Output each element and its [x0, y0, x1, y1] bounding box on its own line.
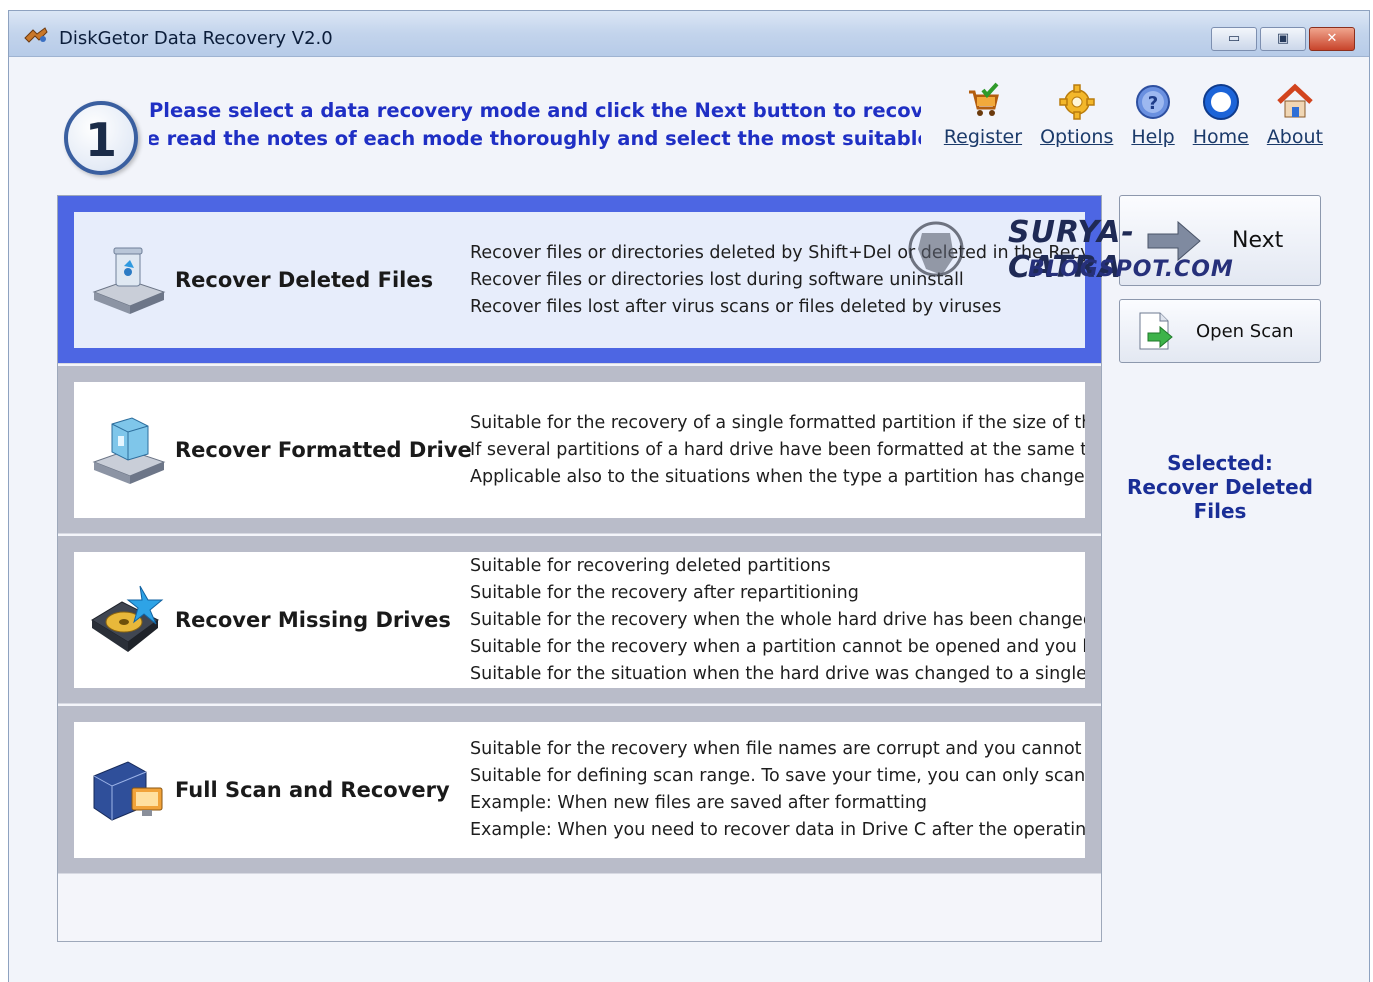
next-label: Next	[1232, 228, 1284, 253]
mode-list: Recover Deleted Files Recover files or d…	[57, 195, 1102, 942]
step-number: 1	[84, 113, 117, 167]
title-bar[interactable]: DiskGetor Data Recovery V2.0 ▭ ▣ ✕	[9, 11, 1369, 57]
mode-card[interactable]: Full Scan and Recovery Suitable for the …	[74, 722, 1085, 858]
register-link[interactable]: Register	[944, 82, 1022, 148]
formatted-drive-icon	[92, 417, 166, 484]
mode-note: Applicable also to the situations when t…	[470, 466, 1085, 487]
close-button[interactable]: ✕	[1309, 27, 1355, 51]
selected-mode-info: Selected: Recover Deleted Files	[1119, 451, 1321, 523]
minimize-icon: ▭	[1227, 31, 1241, 46]
house-icon	[1275, 82, 1315, 122]
options-link[interactable]: Options	[1040, 82, 1113, 148]
home-link[interactable]: Home	[1193, 82, 1249, 148]
mode-title: Recover Formatted Drive	[175, 438, 472, 462]
mode-title: Recover Deleted Files	[175, 268, 434, 292]
selected-mode-name: Recover Deleted Files	[1126, 475, 1313, 523]
home-globe-icon	[1201, 82, 1241, 122]
mode-note: Suitable for the recovery when the whole…	[470, 609, 1085, 630]
step-badge: 1	[64, 101, 138, 175]
mode-note: Example: When new files are saved after …	[470, 793, 928, 813]
instruction-text: Please select a data recovery mode and c…	[149, 97, 921, 153]
cart-check-icon	[963, 82, 1003, 122]
help-link[interactable]: ? Help	[1131, 82, 1175, 148]
watermark-line-2: BLOGSPOT.COM	[1028, 257, 1234, 282]
mode-note: Suitable for defining scan range. To sav…	[470, 766, 1085, 786]
recycle-bin-drive-icon	[92, 247, 166, 314]
instruction-line-2: se read the notes of each mode thoroughl…	[149, 127, 921, 150]
mode-note: Suitable for the recovery when a partiti…	[470, 636, 1085, 657]
app-window: DiskGetor Data Recovery V2.0 ▭ ▣ ✕ 1 Ple…	[8, 10, 1370, 982]
mode-description: Suitable for the recovery when file name…	[470, 722, 1085, 858]
mode-recover-formatted-drive[interactable]: Recover Formatted Drive Suitable for the…	[58, 366, 1101, 534]
app-logo-icon	[24, 27, 48, 43]
window-title: DiskGetor Data Recovery V2.0	[59, 28, 333, 49]
home-label: Home	[1192, 126, 1249, 148]
mode-note: Suitable for the recovery of a single fo…	[470, 412, 1085, 433]
mode-note: Suitable for recovering deleted partitio…	[470, 555, 831, 576]
open-scan-button[interactable]: Open Scan	[1119, 299, 1321, 363]
mode-note: Example: When you need to recover data i…	[470, 820, 1085, 840]
fist-watermark-icon	[908, 221, 964, 277]
open-scan-icon	[1139, 312, 1173, 350]
missing-drive-icon	[91, 585, 164, 652]
options-label: Options	[1040, 126, 1114, 148]
about-link[interactable]: About	[1267, 82, 1323, 148]
mode-recover-missing-drives[interactable]: Recover Missing Drives Suitable for reco…	[58, 536, 1101, 704]
help-icon: ?	[1133, 82, 1173, 122]
mode-note: Suitable for the recovery after repartit…	[470, 582, 859, 603]
mode-note: Suitable for the recovery when file name…	[470, 739, 1085, 759]
mode-title: Full Scan and Recovery	[175, 778, 450, 802]
instruction-line-1: Please select a data recovery mode and c…	[149, 99, 921, 122]
minimize-button[interactable]: ▭	[1211, 27, 1257, 51]
mode-card[interactable]: Recover Missing Drives Suitable for reco…	[74, 552, 1085, 688]
mode-description: Suitable for the recovery of a single fo…	[470, 382, 1085, 518]
maximize-icon: ▣	[1276, 31, 1290, 46]
full-scan-icon	[93, 761, 163, 821]
maximize-button[interactable]: ▣	[1260, 27, 1306, 51]
about-label: About	[1266, 126, 1323, 148]
top-toolbar: Register Options ? Help Home About	[926, 82, 1323, 148]
close-icon: ✕	[1326, 31, 1338, 46]
register-label: Register	[943, 126, 1023, 148]
mode-note: Suitable for the situation when the hard…	[470, 663, 1085, 684]
mode-note: If several partitions of a hard drive ha…	[470, 439, 1085, 460]
gear-icon	[1057, 82, 1097, 122]
mode-card[interactable]: Recover Formatted Drive Suitable for the…	[74, 382, 1085, 518]
watermark: SURYA-CATRA BLOGSPOT.COM	[902, 207, 1234, 299]
mode-description: Suitable for recovering deleted partitio…	[470, 552, 1085, 688]
selected-heading: Selected:	[1167, 451, 1273, 475]
svg-text:?: ?	[1148, 93, 1158, 114]
mode-title: Recover Missing Drives	[175, 608, 451, 632]
client-area: 1 Please select a data recovery mode and…	[9, 58, 1369, 982]
open-scan-label: Open Scan	[1196, 320, 1294, 342]
mode-full-scan-and-recovery[interactable]: Full Scan and Recovery Suitable for the …	[58, 706, 1101, 874]
help-label: Help	[1131, 126, 1175, 148]
